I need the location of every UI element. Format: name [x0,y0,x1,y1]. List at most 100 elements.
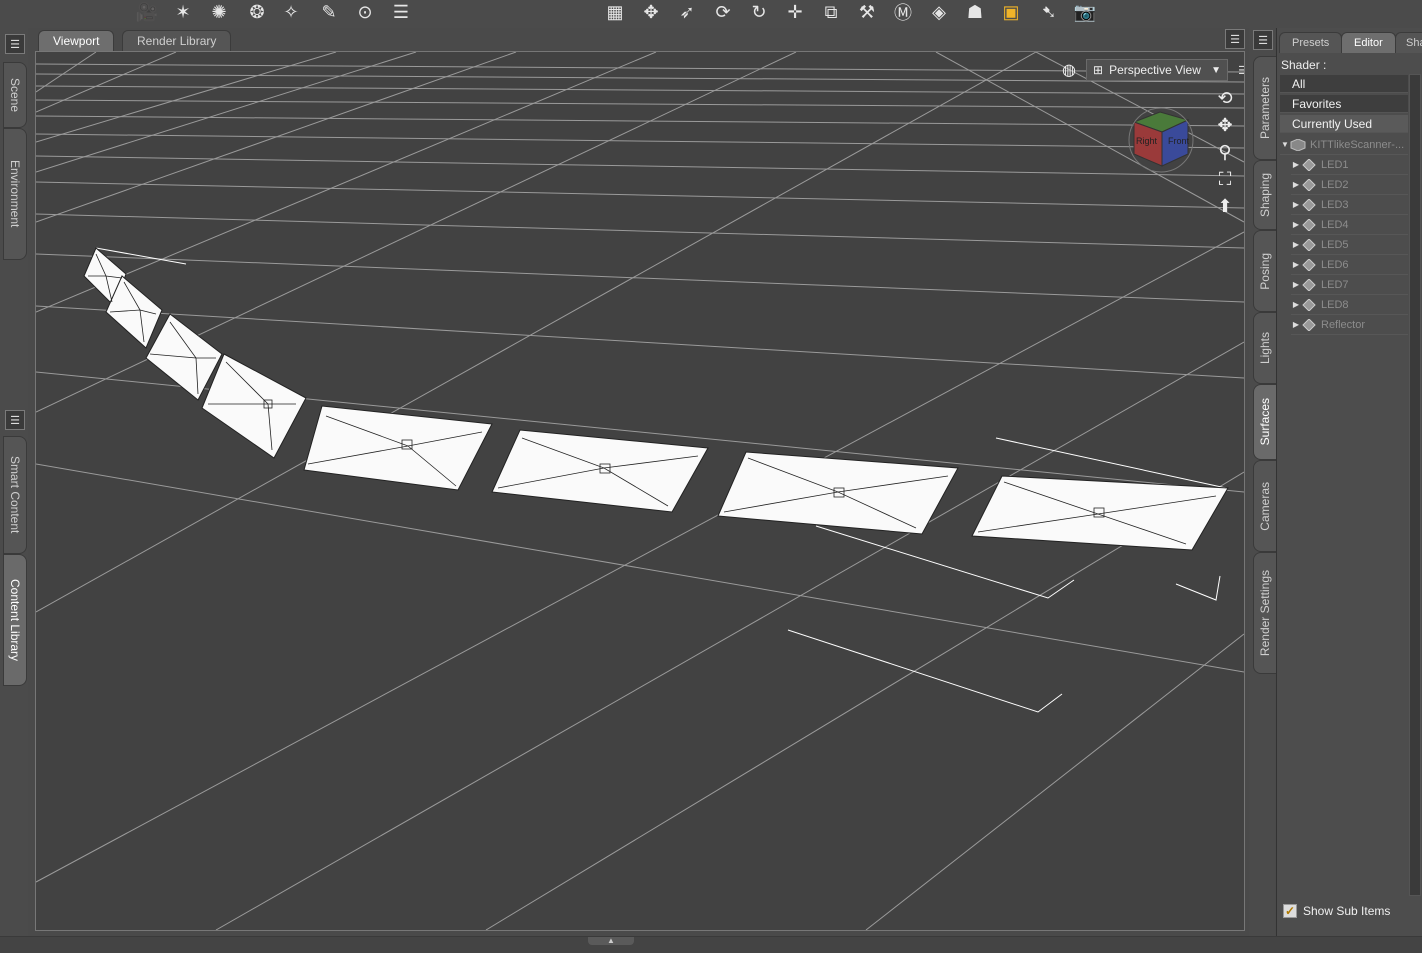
collapsed-arrow-icon[interactable]: ▶ [1291,260,1301,269]
view-select[interactable]: ⊞ Perspective View ▼ [1086,59,1228,81]
node-select-icon[interactable]: ⊙ [352,0,378,24]
tab-smart-content-label: Smart Content [8,456,22,534]
tree-root-label: KITTlikeScanner-... [1310,138,1405,151]
tab-environment[interactable]: Environment [3,128,27,260]
tab-render-library[interactable]: Render Library [122,30,232,51]
tab-presets[interactable]: Presets [1279,32,1343,53]
tree-item-label: LED7 [1321,278,1349,291]
show-sub-items-label: Show Sub Items [1303,904,1391,918]
collapsed-arrow-icon[interactable]: ▶ [1291,240,1301,249]
translate-icon[interactable]: ✛ [782,0,808,24]
camera-icon[interactable]: 🎥 [134,0,160,24]
zoom-icon[interactable]: ⚲ [1213,140,1237,164]
figure-node-icon [1290,138,1306,151]
tree-item-led5[interactable]: ▶ LED5 [1291,235,1408,255]
collapsed-arrow-icon[interactable]: ▶ [1291,300,1301,309]
orbit-camera-icon[interactable]: ⟲ [1213,86,1237,110]
tab-shader-mixer[interactable]: Sha [1395,32,1422,53]
tab-editor-label: Editor [1354,37,1383,49]
tab-content-library[interactable]: Content Library [3,554,27,686]
tab-render-settings-label: Render Settings [1258,569,1272,657]
tree-item-led1[interactable]: ▶ LED1 [1291,155,1408,175]
tree-item-reflector[interactable]: ▶ Reflector [1291,315,1408,335]
frame-icon[interactable]: ⛶ [1213,167,1237,191]
expand-arrow-icon[interactable]: ▼ [1280,140,1290,149]
select-arrow-icon[interactable]: ➶ [674,0,700,24]
shader-filter-favorites[interactable]: Favorites [1280,95,1408,113]
pointer-icon[interactable]: ➷ [1036,0,1062,24]
tab-render-library-label: Render Library [137,34,217,48]
scale-icon[interactable]: ⧉ [818,0,844,24]
shader-filter-currently-used[interactable]: Currently Used [1280,115,1408,133]
cube-face-front: Front [1168,136,1190,146]
tab-editor[interactable]: Editor [1341,32,1396,53]
tab-surfaces[interactable]: Surfaces [1253,384,1277,460]
pane-menu-icon[interactable]: ☰ [5,34,25,54]
grid-view-icon: ⊞ [1093,63,1104,77]
tab-cameras-label: Cameras [1258,481,1272,531]
figure-icon[interactable]: ☗ [962,0,988,24]
spot-render-icon[interactable]: ▣ [998,0,1024,24]
view-cube[interactable]: Right Front [1126,104,1196,174]
tab-smart-content[interactable]: Smart Content [3,436,27,554]
surface-node-icon [1302,318,1316,331]
tab-posing[interactable]: Posing [1253,230,1277,312]
checkbox-checked-icon[interactable]: ✓ [1283,904,1297,918]
collapsed-arrow-icon[interactable]: ▶ [1291,320,1301,329]
collapsed-arrow-icon[interactable]: ▶ [1291,220,1301,229]
pane-menu-icon-2[interactable]: ☰ [5,410,25,430]
bottom-pane-grip-icon[interactable]: ▲ [588,937,634,945]
tree-item-led7[interactable]: ▶ LED7 [1291,275,1408,295]
surfaces-panel: Presets Editor Sha Shader : All Favorite… [1276,28,1422,936]
tab-render-settings[interactable]: Render Settings [1253,552,1277,674]
draw-style-icon[interactable]: ◍ [1058,59,1080,81]
show-sub-items-toggle[interactable]: ✓ Show Sub Items [1283,904,1390,918]
collapsed-arrow-icon[interactable]: ▶ [1291,280,1301,289]
collapsed-arrow-icon[interactable]: ▶ [1291,160,1301,169]
light-point-icon[interactable]: ✺ [206,0,232,24]
morph-icon[interactable]: Ⓜ [890,0,916,24]
tree-item-led3[interactable]: ▶ LED3 [1291,195,1408,215]
orbit-icon[interactable]: ✥ [638,0,664,24]
viewport-menu-icon[interactable]: ☰ [1234,61,1244,79]
spin-icon[interactable]: ↻ [746,0,772,24]
tab-scene[interactable]: Scene [3,62,27,128]
tree-item-led2[interactable]: ▶ LED2 [1291,175,1408,195]
render-camera-icon[interactable]: 📷 [1072,0,1098,24]
light-spot-icon[interactable]: ✶ [170,0,196,24]
rotate-icon[interactable]: ⟳ [710,0,736,24]
bone-icon[interactable]: ⚒ [854,0,880,24]
reset-view-icon[interactable]: ⬆ [1213,194,1237,218]
light-brush-icon[interactable]: ✧ [278,0,304,24]
shader-filter-currently-used-label: Currently Used [1292,116,1373,131]
render-grid-icon[interactable]: ▦ [602,0,628,24]
tab-shader-mixer-label: Sha [1406,37,1422,49]
tree-item-led6[interactable]: ▶ LED6 [1291,255,1408,275]
3d-viewport[interactable]: ◍ ⊞ Perspective View ▼ ☰ Right Front ⟲ ✥… [35,51,1245,931]
tab-shaping[interactable]: Shaping [1253,160,1277,230]
tab-cameras[interactable]: Cameras [1253,460,1277,552]
right-pane-menu-icon[interactable]: ☰ [1253,30,1273,50]
viewport-tabs-menu-icon[interactable]: ☰ [1225,29,1245,49]
tab-viewport[interactable]: Viewport [38,30,115,51]
align-icon[interactable]: ☰ [388,0,414,24]
tree-item-label: LED8 [1321,298,1349,311]
tab-parameters[interactable]: Parameters [1253,56,1277,160]
surface-node-icon [1302,258,1316,271]
tab-lights[interactable]: Lights [1253,312,1277,384]
tree-item-led8[interactable]: ▶ LED8 [1291,295,1408,315]
collapsed-arrow-icon[interactable]: ▶ [1291,200,1301,209]
collapsed-arrow-icon[interactable]: ▶ [1291,180,1301,189]
tree-item-label: LED6 [1321,258,1349,271]
list-scrollbar[interactable] [1409,74,1421,896]
paint-brush-icon[interactable]: ✎ [316,0,342,24]
light-distant-icon[interactable]: ❂ [244,0,270,24]
shader-filter-all[interactable]: All [1280,75,1408,93]
main-toolbar: 🎥 ✶ ✺ ❂ ✧ ✎ ⊙ ☰ ▦ ✥ ➶ ⟳ ↻ ✛ ⧉ ⚒ Ⓜ ◈ ☗ ▣ … [0,0,1422,28]
tree-item-led4[interactable]: ▶ LED4 [1291,215,1408,235]
pan-icon[interactable]: ✥ [1213,113,1237,137]
viewport-scene [36,52,1244,930]
chevron-down-icon: ▼ [1211,64,1221,76]
eraser-icon[interactable]: ◈ [926,0,952,24]
tree-root-item[interactable]: ▼ KITTlikeScanner-... [1280,135,1408,155]
